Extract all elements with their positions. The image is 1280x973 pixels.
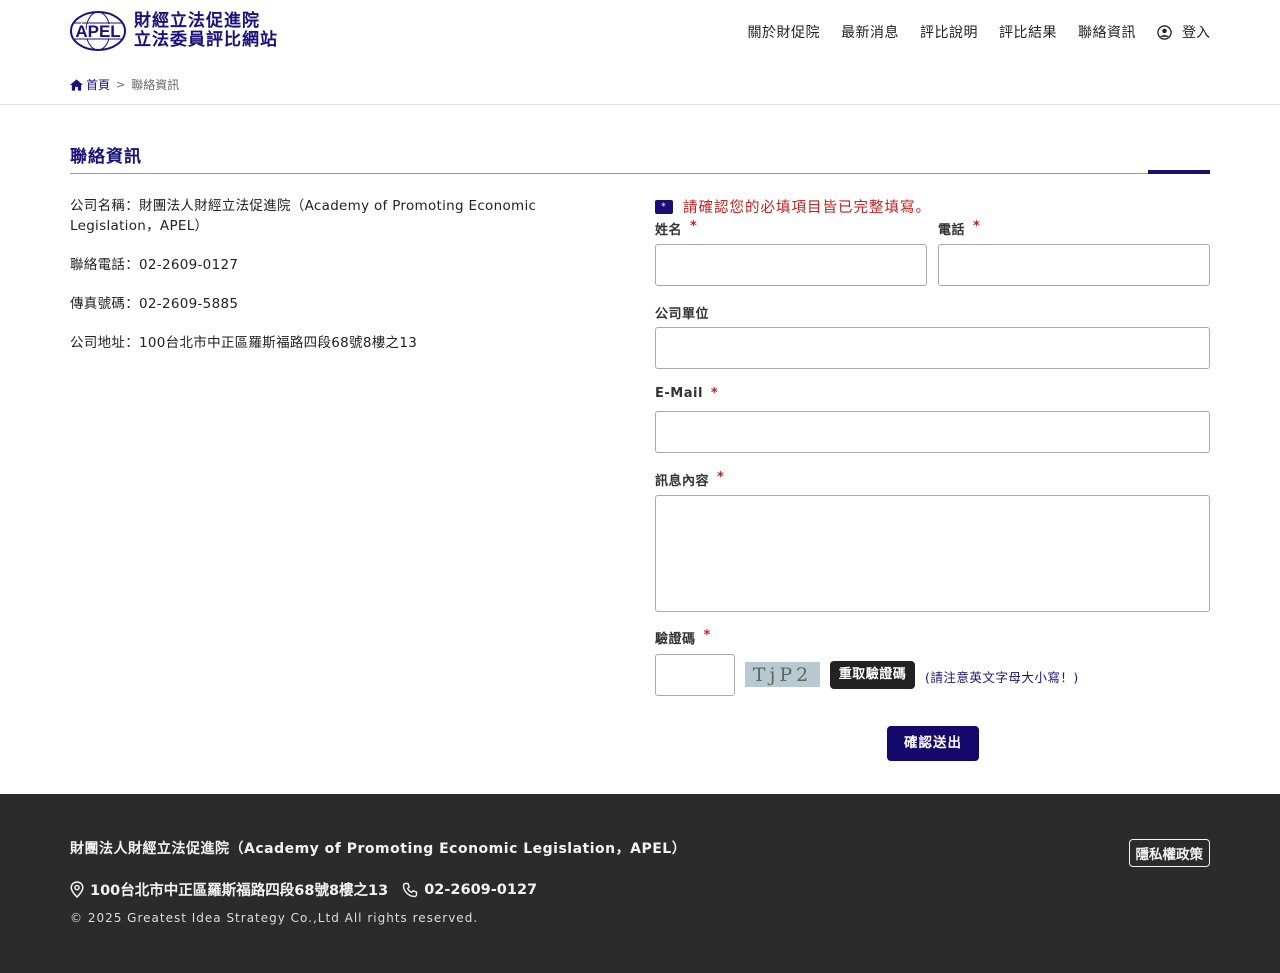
required-mark: * [710, 386, 719, 401]
user-circle-icon [1157, 24, 1172, 40]
email-input[interactable] [655, 411, 1210, 453]
page-title: 聯絡資訊 [70, 147, 142, 167]
map-pin-icon [70, 881, 84, 898]
captcha-input[interactable] [655, 654, 735, 696]
footer-address: 100台北市中正區羅斯福路四段68號8樓之13 [90, 883, 389, 899]
footer-org-name: 財團法人財經立法促進院（Academy of Promoting Economi… [70, 841, 687, 857]
header-divider [0, 104, 1280, 105]
footer-phone-number: 02-2609-0127 [424, 881, 538, 898]
required-notice-text: 請確認您的必填項目皆已完整填寫。 [683, 200, 931, 216]
required-badge: * [655, 199, 673, 214]
phone-icon [403, 882, 418, 897]
name-input[interactable] [655, 244, 927, 286]
breadcrumb-home-label: 首頁 [86, 78, 111, 92]
title-underline [70, 173, 1210, 174]
footer-contact: 100台北市中正區羅斯福路四段68號8樓之13 02-2609-0127 [70, 879, 537, 900]
breadcrumb: 首頁 > 聯絡資訊 [70, 76, 179, 93]
required-mark: * [690, 219, 698, 234]
breadcrumb-separator: > [116, 78, 126, 91]
site-logo[interactable]: APEL 財經立法促進院 立法委員評比網站 [70, 11, 278, 51]
company-label-text: 公司單位 [655, 307, 710, 322]
home-icon [70, 78, 83, 91]
captcha-hint: (請注意英文字母大小寫！) [925, 670, 1079, 685]
submit-button[interactable]: 確認送出 [887, 726, 979, 761]
email-label: E-Mail * [655, 386, 718, 401]
captcha-image: TjP2 [745, 662, 820, 687]
nav-about[interactable]: 關於財促院 [748, 22, 821, 42]
captcha-label: 驗證碼 * [655, 628, 711, 647]
info-address: 公司地址：100台北市中正區羅斯福路四段68號8樓之13 [70, 335, 418, 351]
nav-rating-description[interactable]: 評比說明 [920, 22, 978, 42]
main-nav: 關於財促院 最新消息 評比說明 評比結果 聯絡資訊 登入 [727, 22, 1210, 42]
message-label-text: 訊息內容 [655, 474, 710, 489]
nav-contact[interactable]: 聯絡資訊 [1078, 22, 1136, 42]
logo-title: 財經立法促進院 立法委員評比網站 [134, 12, 278, 50]
phone-label: 電話 * [938, 219, 980, 238]
login-label: 登入 [1182, 25, 1210, 41]
phone-label-text: 電話 [938, 223, 966, 238]
info-fax: 傳真號碼：02-2609-5885 [70, 296, 239, 312]
apel-globe-icon: APEL [70, 11, 126, 51]
login-link[interactable]: 登入 [1157, 22, 1210, 42]
captcha-label-text: 驗證碼 [655, 632, 696, 647]
company-input[interactable] [655, 327, 1210, 369]
logo-line-2: 立法委員評比網站 [134, 30, 278, 50]
info-company: 公司名稱：財團法人財經立法促進院（Academy of Promoting Ec… [70, 198, 537, 234]
title-accent-bar [1148, 170, 1210, 174]
nav-news[interactable]: 最新消息 [841, 22, 899, 42]
breadcrumb-current: 聯絡資訊 [131, 78, 180, 92]
name-label-text: 姓名 [655, 223, 683, 238]
company-label: 公司單位 [655, 303, 709, 322]
message-label: 訊息內容 * [655, 470, 724, 489]
logo-mark-text: APEL [75, 22, 120, 41]
nav-rating-results[interactable]: 評比結果 [999, 22, 1057, 42]
name-label: 姓名 * [655, 219, 697, 238]
required-mark: * [973, 219, 981, 234]
phone-input[interactable] [938, 244, 1210, 286]
footer-phone: 02-2609-0127 [402, 882, 537, 898]
required-mark: * [703, 628, 711, 643]
required-notice: * 請確認您的必填項目皆已完整填寫。 [655, 196, 1210, 217]
info-phone: 聯絡電話：02-2609-0127 [70, 257, 239, 273]
privacy-policy-link[interactable]: 隱私權政策 [1128, 839, 1210, 867]
logo-line-1: 財經立法促進院 [134, 11, 260, 31]
site-header: APEL 財經立法促進院 立法委員評比網站 關於財促院 最新消息 評比說明 評比… [0, 0, 1280, 64]
breadcrumb-home[interactable]: 首頁 [70, 76, 110, 93]
required-mark: * [717, 470, 725, 485]
copyright: © 2025 Greatest Idea Strategy Co.,Ltd Al… [70, 911, 479, 925]
email-label-text: E-Mail [655, 386, 703, 401]
refresh-captcha-button[interactable]: 重取驗證碼 [830, 661, 915, 689]
contact-form: * 請確認您的必填項目皆已完整填寫。 姓名 * 電話 * 公司單位 E-Mail… [655, 196, 1210, 761]
message-textarea[interactable] [655, 495, 1210, 612]
contact-info: 公司名稱：財團法人財經立法促進院（Academy of Promoting Ec… [70, 196, 560, 372]
site-footer: 財團法人財經立法促進院（Academy of Promoting Economi… [0, 794, 1280, 973]
